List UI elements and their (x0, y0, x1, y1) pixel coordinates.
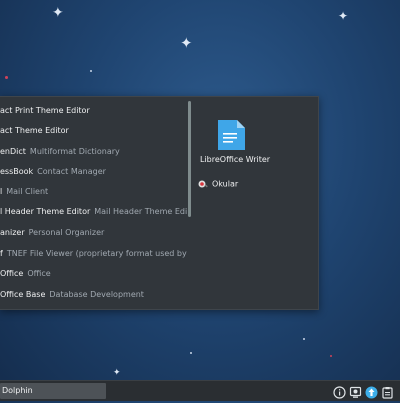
list-item[interactable]: act Print Theme Editor (0, 101, 94, 121)
list-item[interactable]: f TNEF File Viewer (proprietary format us… (0, 244, 190, 264)
app-name: l (0, 187, 3, 196)
app-name: anizer (0, 228, 25, 237)
scrollbar[interactable] (188, 101, 191, 217)
star-dot (330, 355, 332, 357)
libreoffice-writer-icon (216, 119, 246, 151)
list-item[interactable]: Office Office (0, 264, 51, 284)
task-label: Dolphin (2, 386, 33, 395)
favorite-label: LibreOffice Writer (200, 155, 271, 164)
taskbar: Dolphin (0, 380, 400, 401)
app-name: f (0, 249, 3, 258)
clipboard-icon[interactable] (381, 384, 394, 399)
app-name: act Print Theme Editor (0, 106, 90, 115)
app-description: Mail Client (6, 187, 49, 196)
application-launcher: act Print Theme Editor act Theme Editor … (0, 96, 319, 310)
task-dolphin[interactable]: Dolphin (0, 383, 106, 399)
list-item[interactable]: Office Base Database Development (0, 285, 144, 305)
updates-icon[interactable] (365, 384, 378, 399)
network-icon[interactable] (349, 384, 362, 398)
app-name: act Theme Editor (0, 126, 69, 135)
app-name: enDict (0, 147, 26, 156)
star-dot (90, 70, 92, 72)
list-item[interactable]: act Theme Editor (0, 121, 73, 141)
list-item[interactable]: l Header Theme Editor Mail Header Theme E… (0, 202, 190, 222)
list-item[interactable]: enDict Multiformat Dictionary (0, 142, 120, 162)
favorite-label: Okular (212, 179, 239, 189)
app-name: Office Base (0, 290, 46, 299)
favorites-panel: LibreOffice Writer Okular (195, 97, 318, 309)
app-description: Multiformat Dictionary (29, 147, 120, 156)
star-dot (5, 76, 8, 79)
star-icon: ✦ (52, 5, 64, 21)
star-dot (190, 352, 192, 354)
app-description: Office (27, 269, 51, 278)
app-name: Office (0, 269, 24, 278)
star-icon: ✦ (180, 34, 193, 52)
list-item[interactable]: essBook Contact Manager (0, 162, 106, 182)
favorite-okular[interactable]: Okular (198, 179, 238, 189)
app-description: Mail Header Theme Edi... (94, 207, 190, 216)
app-name: essBook (0, 167, 34, 176)
info-icon[interactable] (333, 384, 346, 399)
okular-icon (198, 179, 208, 189)
app-name: l Header Theme Editor (0, 207, 91, 216)
list-item[interactable]: anizer Personal Organizer (0, 223, 104, 243)
app-description: Contact Manager (37, 167, 106, 176)
app-list: act Print Theme Editor act Theme Editor … (0, 97, 190, 309)
star-dot (303, 338, 305, 340)
star-icon: ✦ (338, 9, 349, 23)
favorite-libreoffice-writer[interactable]: LibreOffice Writer (197, 119, 277, 164)
star-icon: ✦ (113, 368, 121, 378)
app-description: TNEF File Viewer (proprietary format use… (6, 249, 190, 258)
list-item[interactable]: l Mail Client (0, 182, 48, 202)
app-description: Database Development (49, 290, 144, 299)
app-description: Personal Organizer (28, 228, 105, 237)
